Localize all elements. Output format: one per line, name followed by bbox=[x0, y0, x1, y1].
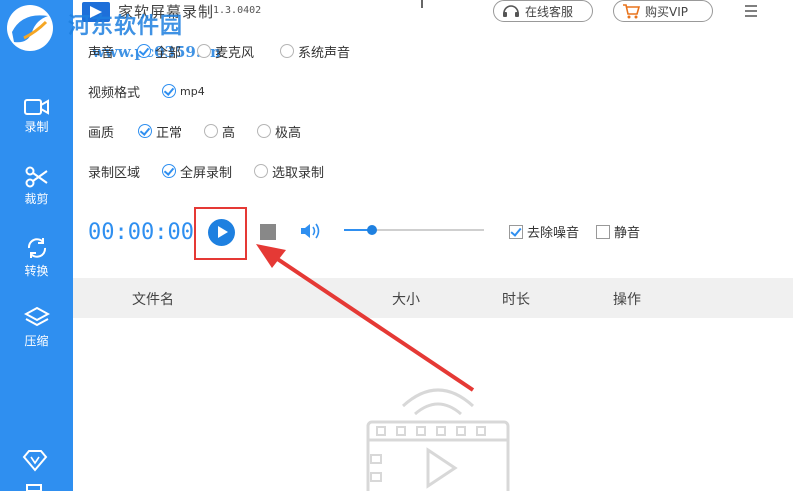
mute-label: 静音 bbox=[614, 226, 641, 241]
audio-option-label: 麦克风 bbox=[215, 45, 255, 61]
quality-option-label: 正常 bbox=[156, 125, 183, 141]
scissors-icon bbox=[25, 166, 48, 188]
quality-option-label: 高 bbox=[222, 125, 236, 141]
checkbox-icon bbox=[596, 224, 610, 239]
video-camera-icon bbox=[23, 99, 49, 115]
online-service-label: 在线客服 bbox=[525, 4, 574, 19]
headset-icon bbox=[503, 5, 519, 17]
sidebar-item-label: 裁剪 bbox=[24, 192, 49, 206]
area-setting-row: 录制区域 全屏录制 选取录制 bbox=[88, 161, 324, 181]
audio-label: 声音 bbox=[88, 45, 115, 61]
audio-option-label: 全部 bbox=[155, 45, 182, 61]
radio-icon bbox=[257, 124, 272, 138]
area-option-fullscreen[interactable]: 全屏录制 bbox=[162, 162, 232, 181]
sidebar-item-label: 压缩 bbox=[24, 334, 49, 348]
recording-timer: 00:00:00 bbox=[88, 220, 194, 245]
area-option-label: 全屏录制 bbox=[180, 165, 233, 181]
denoise-checkbox[interactable]: 去除噪音 bbox=[509, 222, 579, 241]
sidebar-item-record[interactable]: 录制 bbox=[0, 98, 73, 158]
quality-label: 画质 bbox=[88, 125, 115, 141]
column-size: 大小 bbox=[392, 292, 420, 308]
sidebar-item-label: 转换 bbox=[24, 264, 49, 278]
area-label: 录制区域 bbox=[88, 165, 141, 181]
lock-icon[interactable] bbox=[24, 482, 44, 491]
start-record-button[interactable] bbox=[208, 219, 235, 246]
audio-option-mic[interactable]: 麦克风 bbox=[197, 42, 254, 61]
area-option-select[interactable]: 选取录制 bbox=[254, 162, 324, 181]
radio-icon bbox=[204, 124, 219, 138]
quality-option-ultra[interactable]: 极高 bbox=[257, 122, 301, 141]
quality-option-label: 极高 bbox=[275, 125, 302, 141]
column-duration: 时长 bbox=[502, 292, 530, 308]
buy-vip-label: 购买VIP bbox=[645, 4, 688, 19]
file-table-header: 文件名 大小 时长 操作 bbox=[73, 278, 793, 318]
divider bbox=[421, 0, 423, 8]
online-service-button[interactable]: 在线客服 bbox=[493, 0, 593, 22]
layers-icon bbox=[23, 306, 50, 327]
radio-icon bbox=[197, 44, 212, 58]
app-version: 1.3.0402 bbox=[213, 5, 262, 16]
watermark-site-name: 河东软件园 bbox=[68, 13, 184, 39]
file-list-empty-area bbox=[73, 318, 793, 491]
menu-icon[interactable] bbox=[743, 2, 759, 20]
radio-checked-icon bbox=[137, 44, 151, 58]
quality-setting-row: 画质 正常 高 极高 bbox=[88, 121, 301, 141]
quality-option-normal[interactable]: 正常 bbox=[138, 122, 182, 141]
stop-record-button[interactable] bbox=[260, 224, 276, 240]
radio-checked-icon bbox=[162, 164, 176, 178]
cart-icon bbox=[623, 4, 640, 19]
diamond-vip-icon[interactable] bbox=[22, 450, 48, 472]
volume-slider[interactable] bbox=[344, 225, 484, 235]
mute-checkbox[interactable]: 静音 bbox=[596, 222, 640, 241]
volume-slider-handle[interactable] bbox=[367, 225, 377, 235]
format-label: 视频格式 bbox=[88, 85, 141, 101]
radio-checked-icon bbox=[162, 84, 176, 98]
audio-setting-row: 声音 全部 麦克风 系统声音 bbox=[88, 41, 350, 61]
format-option-label: mp4 bbox=[180, 84, 205, 98]
convert-icon bbox=[27, 238, 46, 258]
format-setting-row: 视频格式 mp4 bbox=[88, 81, 205, 101]
sidebar: 录制 裁剪 转换 压缩 bbox=[0, 0, 73, 491]
radio-icon bbox=[254, 164, 269, 178]
sidebar-item-convert[interactable]: 转换 bbox=[0, 236, 73, 296]
format-option-mp4[interactable]: mp4 bbox=[162, 84, 205, 98]
radio-icon bbox=[280, 44, 295, 58]
watermark-logo-icon bbox=[7, 5, 53, 51]
column-filename: 文件名 bbox=[132, 292, 174, 308]
audio-option-label: 系统声音 bbox=[298, 45, 351, 61]
audio-option-all[interactable]: 全部 bbox=[137, 42, 181, 61]
denoise-label: 去除噪音 bbox=[527, 226, 580, 241]
sidebar-item-label: 录制 bbox=[24, 120, 49, 134]
empty-video-icon bbox=[366, 388, 510, 491]
quality-option-high[interactable]: 高 bbox=[204, 122, 235, 141]
area-option-label: 选取录制 bbox=[272, 165, 325, 181]
sidebar-item-compress[interactable]: 压缩 bbox=[0, 306, 73, 366]
audio-option-system[interactable]: 系统声音 bbox=[280, 42, 350, 61]
buy-vip-button[interactable]: 购买VIP bbox=[613, 0, 713, 22]
sidebar-item-crop[interactable]: 裁剪 bbox=[0, 166, 73, 226]
volume-icon[interactable] bbox=[300, 222, 322, 240]
checkbox-checked-icon bbox=[509, 224, 523, 239]
radio-checked-icon bbox=[138, 124, 152, 138]
column-actions: 操作 bbox=[613, 292, 641, 308]
